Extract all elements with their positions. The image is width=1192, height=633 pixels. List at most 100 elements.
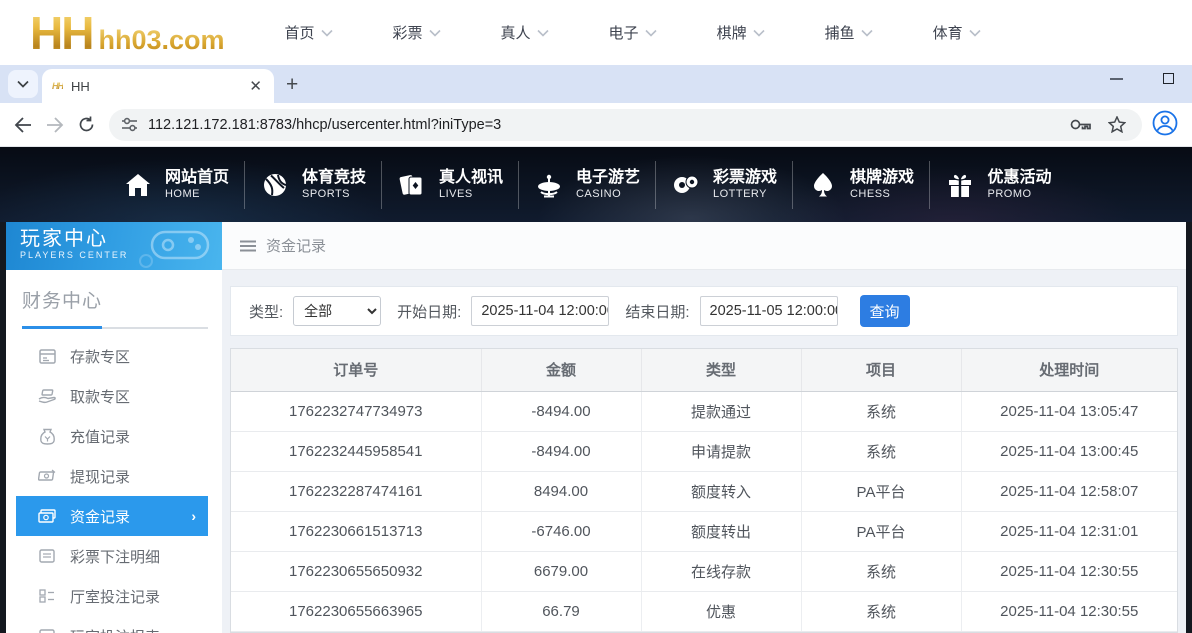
window-controls: [1110, 73, 1174, 84]
password-key-icon[interactable]: [1070, 118, 1092, 131]
game-nav-item-promo[interactable]: 优惠活动 PROMO: [930, 161, 1067, 209]
game-nav-zh: 优惠活动: [987, 169, 1052, 186]
sidebar-item-withdrawal-records[interactable]: 提现记录: [16, 456, 208, 496]
cell-order-id: 1762232445958541: [231, 431, 482, 472]
breadcrumb-label: 资金记录: [266, 238, 327, 255]
cell-order-id: 1762232747734973: [231, 391, 482, 432]
chevron-down-icon: [428, 29, 441, 37]
sidebar-item-withdraw-zone[interactable]: 取款专区: [16, 376, 208, 416]
game-nav-item-lottery[interactable]: 彩票游戏 LOTTERY: [656, 160, 793, 209]
start-date-label: 开始日期:: [397, 303, 462, 321]
game-nav: 网站首页 HOME 体育竞技 SPORTS 真人视讯 LIVES 电子游艺 CA…: [0, 147, 1192, 222]
site-nav-label: 首页: [284, 25, 315, 42]
cell-order-id: 1762230655650932: [231, 551, 482, 592]
cell-project: 系统: [801, 391, 962, 432]
sidebar-item-player-bet-report[interactable]: 玩家投注报表: [16, 616, 208, 633]
cell-amount: 6679.00: [481, 551, 642, 592]
sidebar-item-recharge-records[interactable]: 充值记录: [16, 416, 208, 456]
main-panel: 资金记录 类型: 全部 开始日期: 结束日期: 查询 订单号: [222, 222, 1186, 633]
cell-type: 额度转入: [641, 471, 802, 512]
game-nav-en: LIVES: [438, 188, 473, 200]
cell-order-id: 1762230661513713: [231, 511, 482, 552]
tab-close-icon[interactable]: ✕: [245, 77, 266, 95]
new-tab-button[interactable]: +: [286, 73, 298, 97]
site-nav-item-slots[interactable]: 电子: [609, 22, 657, 43]
lottery-detail-icon: [38, 549, 56, 563]
site-nav: 首页 彩票 真人 电子 棋牌 捕鱼 体育: [285, 22, 981, 43]
chevron-down-icon: [861, 29, 873, 37]
site-nav-item-live[interactable]: 真人: [501, 22, 549, 43]
cell-time: 2025-11-04 13:00:45: [961, 431, 1177, 472]
browser-tab[interactable]: HH HH ✕: [42, 69, 274, 103]
reload-icon: [79, 116, 94, 132]
table-row: 1762232445958541 -8494.00 申请提款 系统 2025-1…: [231, 431, 1177, 472]
site-header: HH hh03.com 首页 彩票 真人 电子 棋牌 捕鱼 体育: [0, 0, 1192, 65]
chevron-down-icon: [753, 29, 765, 37]
cell-type: 额度转出: [641, 511, 802, 552]
end-date-input[interactable]: [699, 296, 838, 326]
reload-button[interactable]: [78, 116, 95, 133]
site-nav-label: 棋牌: [716, 25, 747, 42]
table-row: 1762230655650932 6679.00 在线存款 系统 2025-11…: [231, 551, 1177, 592]
forward-button[interactable]: [46, 116, 64, 133]
site-info-tune-icon: [122, 117, 137, 132]
start-date-input[interactable]: [471, 296, 610, 326]
bookmark-star-icon[interactable]: [1108, 116, 1126, 133]
chevron-down-icon: [644, 29, 657, 37]
game-nav-en: CHESS: [849, 188, 891, 200]
query-button[interactable]: 查询: [859, 295, 910, 327]
url-bar[interactable]: 112.121.172.181:8783/hhcp/usercenter.htm…: [109, 108, 1142, 141]
site-nav-label: 电子: [608, 25, 639, 42]
chevron-down-icon: [536, 29, 549, 37]
game-nav-item-lives[interactable]: 真人视讯 LIVES: [382, 160, 519, 209]
window-minimize-button[interactable]: [1110, 77, 1123, 80]
site-nav-item-chess[interactable]: 棋牌: [717, 22, 765, 43]
game-nav-item-sports[interactable]: 体育竞技 SPORTS: [245, 160, 382, 209]
finance-section-title: 财务中心: [22, 291, 103, 312]
browser-toolbar: 112.121.172.181:8783/hhcp/usercenter.htm…: [0, 103, 1192, 147]
roulette-icon: [534, 172, 564, 198]
cell-order-id: 1762232287474161: [231, 471, 482, 512]
page: HH hh03.com 首页 彩票 真人 电子 棋牌 捕鱼 体育 HH HH ✕…: [0, 0, 1192, 633]
omnibox-actions: [1070, 116, 1126, 133]
table-row: 1762230655663965 66.79 优惠 系统 2025-11-04 …: [231, 591, 1177, 632]
spade-icon: [808, 172, 838, 198]
col-type: 类型: [641, 349, 802, 392]
game-nav-item-home[interactable]: 网站首页 HOME: [108, 160, 245, 209]
cell-order-id: 1762230655663965: [231, 591, 482, 632]
col-amount: 金额: [481, 349, 642, 392]
sidebar-item-label: 厅室投注记录: [70, 588, 161, 606]
site-nav-item-sports[interactable]: 体育: [933, 22, 981, 43]
window-maximize-button[interactable]: [1163, 73, 1174, 84]
game-nav-zh: 体育竞技: [301, 169, 366, 186]
site-nav-item-fishing[interactable]: 捕鱼: [825, 22, 873, 43]
sidebar-item-deposit-zone[interactable]: 存款专区: [16, 336, 208, 376]
game-nav-item-casino[interactable]: 电子游艺 CASINO: [519, 160, 656, 209]
profile-avatar-icon[interactable]: [1152, 110, 1178, 139]
cell-time: 2025-11-04 13:05:47: [961, 391, 1177, 432]
logo-domain-text: hh03.com: [98, 24, 225, 55]
game-nav-en: CASINO: [575, 188, 622, 200]
site-nav-item-lottery[interactable]: 彩票: [393, 22, 441, 43]
cell-amount: 66.79: [481, 591, 642, 632]
sports-ball-icon: [260, 173, 290, 197]
type-select[interactable]: 全部: [293, 296, 382, 326]
game-nav-zh: 彩票游戏: [712, 169, 777, 186]
table-row: 1762230661513713 -6746.00 额度转出 PA平台 2025…: [231, 511, 1177, 552]
lottery-balls-icon: [671, 173, 701, 197]
site-logo[interactable]: HH hh03.com: [30, 6, 225, 60]
cell-project: PA平台: [801, 471, 962, 512]
back-button[interactable]: [14, 116, 32, 133]
site-nav-item-home[interactable]: 首页: [285, 22, 333, 43]
game-nav-text: 体育竞技 SPORTS: [302, 168, 366, 201]
game-nav-en: SPORTS: [301, 188, 351, 200]
content-area: 玩家中心 PLAYERS CENTER 财务中心 存款专区 取款专区 充值记录 …: [0, 222, 1192, 633]
sidebar-item-hall-bet-records[interactable]: 厅室投注记录: [16, 576, 208, 616]
hamburger-icon: [240, 240, 256, 251]
game-nav-zh: 网站首页: [164, 169, 229, 186]
sidebar-item-funds-records[interactable]: 资金记录 ›: [16, 496, 208, 536]
game-nav-item-chess[interactable]: 棋牌游戏 CHESS: [793, 160, 930, 209]
url-text: 112.121.172.181:8783/hhcp/usercenter.htm…: [148, 116, 502, 133]
sidebar-item-lottery-bet-detail[interactable]: 彩票下注明细: [16, 536, 208, 576]
tab-search-button[interactable]: [8, 70, 38, 98]
